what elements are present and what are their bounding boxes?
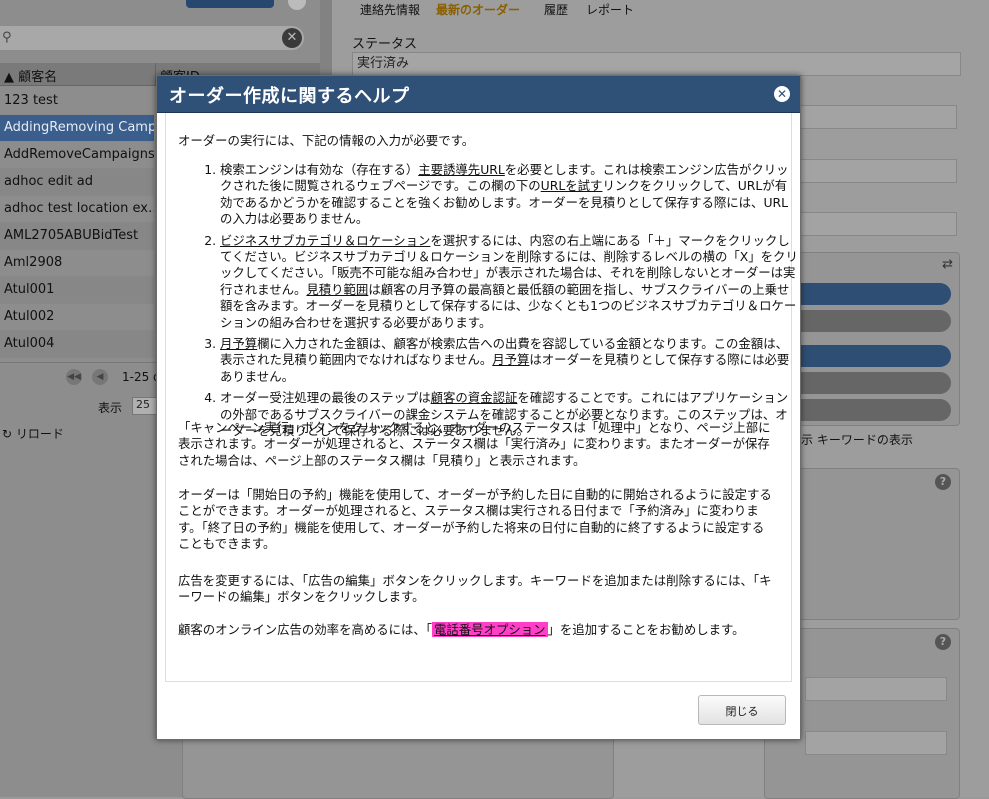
dialog-header: オーダー作成に関するヘルプ ✕	[157, 76, 800, 113]
top-action-button[interactable]	[186, 0, 274, 8]
table-row[interactable]: Atul002	[0, 304, 154, 331]
monthly-budget-term: 月予算	[492, 352, 530, 368]
status-field: 実行済み	[352, 52, 961, 76]
funding-auth-term: 顧客の資金認証	[430, 390, 518, 406]
table-row[interactable]: adhoc test location ex…	[0, 196, 154, 223]
list-item: 月予算欄に入力された金額は、顧客が検索広告への出費を容認している金額となります。…	[220, 336, 798, 385]
table-row[interactable]: Atul001	[0, 277, 154, 304]
pager-count: 1-25 d	[122, 370, 161, 384]
table-row[interactable]: Aml2908	[0, 250, 154, 277]
table-row[interactable]: adhoc edit ad	[0, 169, 154, 196]
dialog-body: オーダーの実行には、下記の情報の入力が必要です。 検索エンジンは有効な（存在する…	[165, 113, 798, 682]
table-row[interactable]: AddRemoveCampaigns	[0, 142, 154, 169]
refresh-icon[interactable]: ⇄	[942, 257, 953, 272]
search-icon: ⚲	[2, 30, 12, 45]
edit-ad-text: 広告を変更するには、「広告の編集」ボタンをクリックします。キーワードを追加または…	[178, 573, 772, 605]
prev-page-icon[interactable]: ◀	[92, 369, 108, 385]
run-campaign-text: 「キャンペーン実行」ボタンをクリックすると、オーダーのステータスは「処理中」とな…	[178, 420, 771, 468]
reload-button[interactable]: ↻ リロード	[2, 425, 64, 442]
table-row[interactable]: AML2705ABUBidTest	[0, 223, 154, 250]
top-circle-button[interactable]	[288, 0, 306, 10]
list-item: 検索エンジンは有効な（存在する）主要誘導先URLを必要とします。これは検索エンジ…	[220, 162, 798, 228]
table-row[interactable]: Atul004	[0, 331, 154, 358]
show-keywords-link[interactable]: 示 キーワードの表示	[801, 431, 913, 448]
phone-option-text: 顧客のオンライン広告の効率を高めるには、「 電話番号オプション 」を追加することをお…	[178, 622, 745, 637]
intro-text: オーダーの実行には、下記の情報の入力が必要です。	[178, 133, 475, 148]
dialog-title: オーダー作成に関するヘルプ	[169, 86, 410, 107]
monthly-budget-term: 月予算	[220, 336, 258, 352]
close-icon[interactable]: ✕	[774, 86, 790, 102]
tab-latest-order[interactable]: 最新のオーダー	[436, 1, 520, 18]
customer-search-input[interactable]: ⚲	[0, 26, 304, 50]
close-button[interactable]: 閉じる	[698, 695, 786, 725]
column-header-name[interactable]: ▲ 顧客名	[4, 66, 57, 85]
tab-report[interactable]: レポート	[586, 1, 634, 18]
dialog-footer: 閉じる	[157, 682, 800, 738]
clear-search-icon[interactable]: ✕	[282, 28, 302, 48]
reload-icon: ↻	[2, 427, 13, 441]
order-help-dialog: オーダー作成に関するヘルプ ✕ オーダーの実行には、下記の情報の入力が必要です。…	[156, 75, 801, 740]
first-page-icon[interactable]: ◀◀	[66, 369, 82, 385]
primary-url-link: 主要誘導先URL	[418, 162, 505, 177]
phone-number-option-link[interactable]: 電話番号オプション	[432, 622, 548, 637]
table-row[interactable]: AddingRemoving Camp	[0, 115, 154, 142]
subcategory-location-term: ビジネスサブカテゴリ＆ロケーション	[220, 232, 431, 248]
test-url-link: URLを試す	[540, 178, 603, 194]
detail-tabs: 連絡先情報 最新のオーダー 履歴 レポート	[332, 0, 989, 18]
schedule-text: オーダーは「開始日の予約」機能を使用して、オーダーが予約した日に自動的に開始され…	[178, 487, 772, 552]
tab-contact[interactable]: 連絡先情報	[360, 1, 420, 18]
page-size-label: 表示	[98, 401, 123, 415]
help-icon[interactable]: ?	[935, 634, 951, 650]
table-row[interactable]: 123 test	[0, 88, 154, 115]
tab-history[interactable]: 履歴	[544, 1, 568, 18]
requirements-list: 検索エンジンは有効な（存在する）主要誘導先URLを必要とします。これは検索エンジ…	[198, 162, 798, 445]
list-item: ビジネスサブカテゴリ＆ロケーションを選択するには、内窓の右上端にある「＋」マーク…	[220, 233, 798, 331]
status-label: ステータス	[352, 37, 418, 52]
help-icon[interactable]: ?	[935, 474, 951, 490]
estimate-range-term: 見積り範囲	[306, 281, 369, 297]
